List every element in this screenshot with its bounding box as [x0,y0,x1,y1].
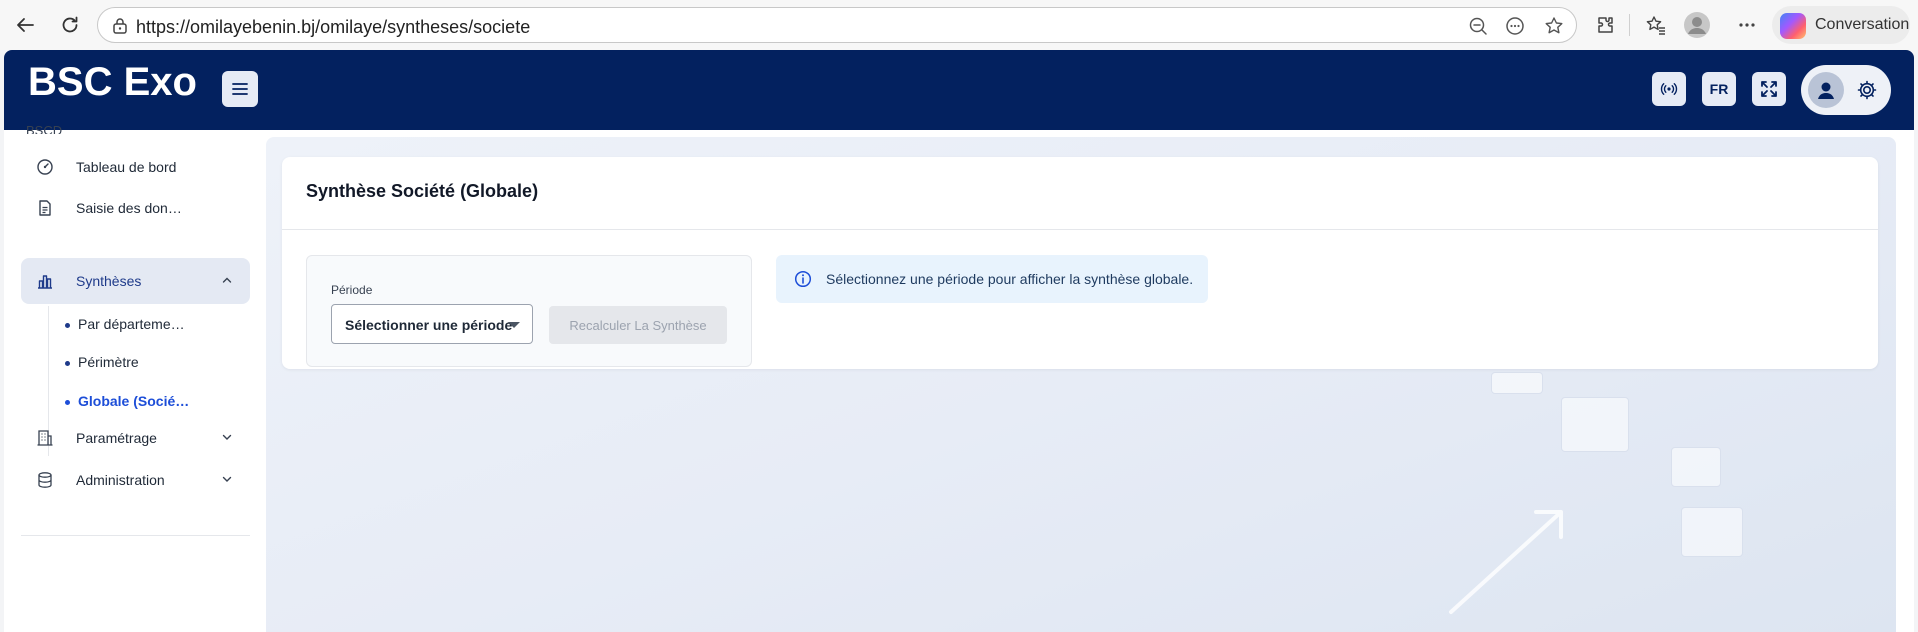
trend-arrow-decoration [1449,510,1563,614]
chevron-down-icon [220,472,234,486]
recalculate-synthesis-button[interactable]: Recalculer La Synthèse [549,306,727,344]
url-text[interactable]: https://omilayebenin.bj/omilaye/synthese… [136,17,530,38]
dashboard-gauge-icon [35,157,55,177]
submenu-item-global-company[interactable]: Globale (Socié… [78,393,189,409]
favorite-star-icon[interactable] [1542,14,1566,38]
expand-icon [1761,81,1777,97]
sidebar-section-label: BSCD [26,124,63,134]
sidebar-item-label: Synthèses [76,273,142,289]
language-code: FR [1709,81,1729,97]
zoom-out-icon[interactable] [1466,14,1490,38]
main-content: Synthèse Société (Globale) Période Sélec… [266,137,1896,632]
hamburger-menu-button[interactable] [222,71,258,107]
profile-avatar-icon[interactable] [1683,11,1711,39]
synthesis-card: Synthèse Société (Globale) Période Sélec… [282,157,1878,369]
bullet-icon [65,361,70,366]
fullscreen-button[interactable] [1752,72,1786,106]
browser-toolbar: https://omilayebenin.bj/omilaye/synthese… [0,0,1918,50]
background-decoration [1491,372,1543,394]
page-actions-icon[interactable] [1503,14,1527,38]
site-info-icon[interactable] [108,14,132,38]
info-message: Sélectionnez une période pour afficher l… [826,271,1194,287]
sidebar-item-dashboard[interactable]: Tableau de bord [21,144,250,190]
info-circle-icon [793,269,813,289]
submenu-item-perimeter[interactable]: Périmètre [78,354,139,370]
back-icon[interactable] [10,10,40,40]
bullet-icon [65,323,70,328]
toolbar-divider [1629,14,1630,36]
chevron-down-icon [220,430,234,444]
broadcast-icon [1660,83,1678,95]
broadcast-button[interactable] [1652,72,1686,106]
period-select[interactable]: Sélectionner une période [331,304,533,344]
caret-down-icon [508,322,520,328]
copilot-conversation-button[interactable]: Conversation [1772,6,1910,44]
sidebar: BSCD Tableau de bord Saisie des don… Syn… [4,124,264,632]
copilot-logo-icon [1780,13,1806,39]
sidebar-item-settings[interactable]: Paramétrage [21,415,250,461]
app-header: BSC Exo FR [4,50,1914,130]
submenu-item-by-department[interactable]: Par départeme… [78,316,185,332]
bar-chart-icon [35,271,55,291]
document-icon [35,198,55,218]
user-avatar-icon[interactable] [1808,72,1844,108]
period-filter-panel: Période Sélectionner une période Recalcu… [306,255,752,367]
sidebar-item-administration[interactable]: Administration [21,457,250,503]
copilot-label: Conversation [1815,16,1910,33]
sidebar-item-data-entry[interactable]: Saisie des don… [21,185,250,231]
sidebar-item-syntheses[interactable]: Synthèses [21,258,250,304]
period-label: Période [331,283,373,297]
extensions-icon[interactable] [1592,11,1620,39]
period-select-value: Sélectionner une période [345,317,513,333]
info-alert: Sélectionnez une période pour afficher l… [776,255,1208,303]
favorites-list-icon[interactable] [1642,11,1670,39]
reload-icon[interactable] [55,10,85,40]
sidebar-item-label: Paramétrage [76,430,157,446]
settings-gear-icon[interactable] [1855,78,1879,102]
sidebar-divider [21,535,250,536]
language-switch-button[interactable]: FR [1702,72,1736,106]
database-icon [35,470,55,490]
more-options-icon[interactable] [1733,11,1761,39]
building-icon [35,428,55,448]
hamburger-icon [232,83,248,95]
background-decoration [1681,507,1743,557]
background-decoration [1671,447,1721,487]
card-divider [282,229,1878,230]
page-title: Synthèse Société (Globale) [306,181,539,201]
address-bar[interactable]: https://omilayebenin.bj/omilaye/synthese… [97,7,1577,43]
sidebar-item-label: Tableau de bord [76,159,177,175]
sidebar-item-label: Saisie des don… [76,200,182,216]
app-window: BSC Exo FR BSCD Tableau de bord Saisie d… [4,50,1914,632]
user-menu[interactable] [1801,65,1891,115]
brand-logo-text[interactable]: BSC Exo [28,60,197,105]
background-decoration [1561,397,1629,452]
bullet-icon [65,400,70,405]
sidebar-item-label: Administration [76,472,165,488]
chevron-up-icon [220,273,234,287]
